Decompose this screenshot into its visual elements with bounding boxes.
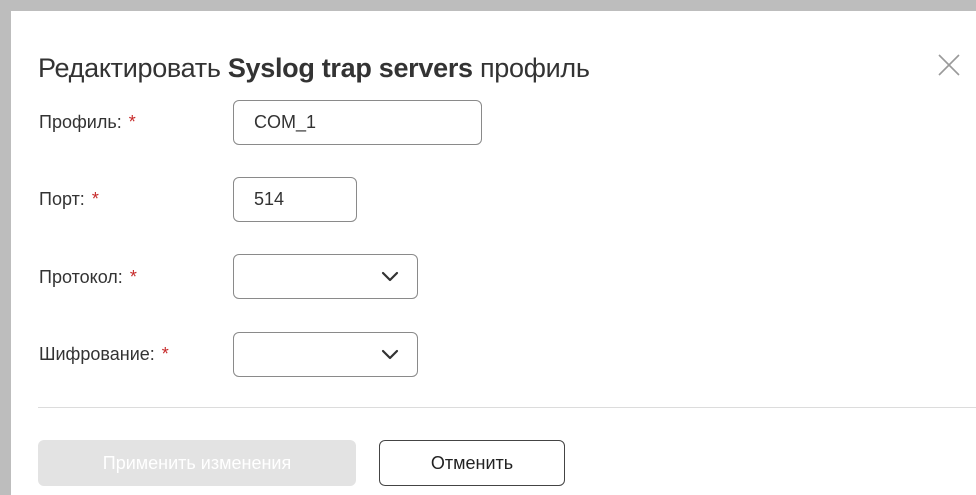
divider xyxy=(38,407,976,408)
encryption-label: Шифрование: * xyxy=(39,344,169,365)
close-icon[interactable] xyxy=(937,53,961,77)
protocol-label: Протокол: * xyxy=(39,267,137,288)
chevron-down-icon xyxy=(381,349,399,359)
port-label: Порт: * xyxy=(39,189,99,210)
encryption-select[interactable] xyxy=(233,332,418,377)
apply-changes-button[interactable]: Применить изменения xyxy=(38,440,356,486)
title-prefix: Редактировать xyxy=(38,53,228,83)
encryption-label-text: Шифрование: xyxy=(39,344,155,364)
required-mark: * xyxy=(161,344,169,364)
protocol-select[interactable] xyxy=(233,254,418,299)
profile-label: Профиль: * xyxy=(39,112,136,133)
title-bold: Syslog trap servers xyxy=(227,53,473,83)
required-mark: * xyxy=(129,267,137,287)
protocol-label-text: Протокол: xyxy=(39,267,123,287)
title-suffix: профиль xyxy=(472,53,590,83)
required-mark: * xyxy=(128,112,136,132)
edit-profile-dialog: Редактировать Syslog trap servers профил… xyxy=(11,11,976,495)
required-mark: * xyxy=(91,189,99,209)
dialog-title: Редактировать Syslog trap servers профил… xyxy=(38,53,590,84)
port-input[interactable] xyxy=(233,177,357,222)
profile-label-text: Профиль: xyxy=(39,112,122,132)
cancel-button[interactable]: Отменить xyxy=(379,440,565,486)
chevron-down-icon xyxy=(381,271,399,281)
port-label-text: Порт: xyxy=(39,189,85,209)
profile-input[interactable] xyxy=(233,100,482,145)
